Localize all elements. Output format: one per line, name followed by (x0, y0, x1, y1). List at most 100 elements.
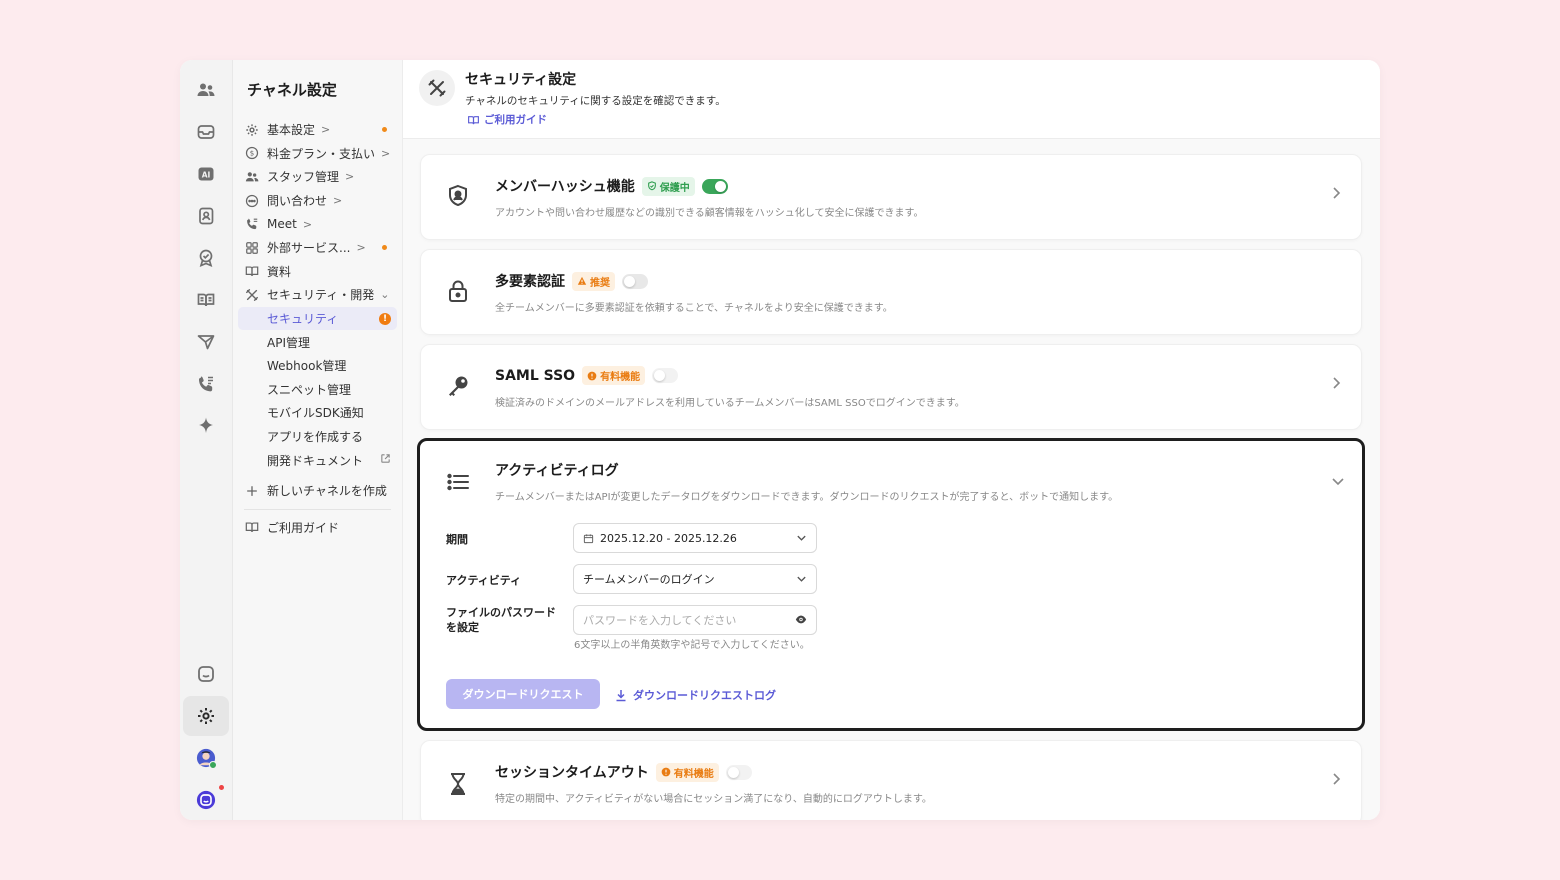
alert-circle-icon (587, 371, 597, 380)
settings-gear-icon[interactable] (183, 696, 229, 736)
period-date-picker[interactable]: 2025.12.20 - 2025.12.26 (573, 523, 817, 553)
app-window: AI チャネル設定 基本設定 > $ 料金プラン・支払い > スタッフ管理 > … (180, 60, 1380, 820)
member-hash-title: メンバーハッシュ機能 (495, 179, 635, 195)
badge-icon[interactable] (183, 238, 229, 278)
calendar-icon (583, 533, 594, 543)
header-guide-link[interactable]: ご利用ガイド (467, 112, 547, 127)
tools-icon[interactable] (419, 70, 455, 106)
sidebar-item-webhook[interactable]: Webhook管理 (238, 354, 397, 378)
password-label-line: を設定 (446, 621, 479, 634)
ai-icon[interactable]: AI (183, 154, 229, 194)
chevron-right-icon[interactable] (1331, 771, 1341, 790)
sidebar-guide-nav: ご利用ガイド (238, 516, 397, 540)
activity-label: アクティビティ (446, 574, 522, 587)
download-log-link[interactable]: ダウンロードリクエストログ (615, 687, 776, 703)
contact-card-icon[interactable] (183, 196, 229, 236)
member-hash-card[interactable]: メンバーハッシュ機能 保護中 アカウントや問い合わせ履歴などの識別できる顧客情報… (420, 154, 1362, 240)
sidebar-item-inquiries[interactable]: 問い合わせ > (238, 189, 397, 213)
chevron-right-icon: > (345, 170, 355, 184)
sidebar-item-staff[interactable]: スタッフ管理 > (238, 165, 397, 189)
card-description: アカウントや問い合わせ履歴などの識別できる顧客情報をハッシュ化して安全に保護でき… (495, 208, 924, 219)
phone-icon[interactable] (183, 364, 229, 404)
new-channel-button[interactable]: 新しいチャネルを作成 (238, 479, 397, 503)
saml-sso-card[interactable]: SAML SSO 有料機能 検証済みのドメインのメールアドレスを利用しているチー… (420, 344, 1362, 430)
settings-sidebar: チャネル設定 基本設定 > $ 料金プラン・支払い > スタッフ管理 > 問い合… (233, 60, 403, 820)
period-label: 期間 (446, 533, 468, 546)
chevron-right-icon: > (321, 123, 331, 137)
recommended-badge: 推奨 (572, 271, 615, 291)
chevron-right-icon[interactable] (1331, 375, 1341, 394)
alert-circle-icon (661, 767, 671, 777)
dollar-icon: $ (244, 145, 260, 161)
card-description: 検証済みのドメインのメールアドレスを利用しているチームメンバーはSAML SSO… (495, 398, 965, 409)
activity-select[interactable]: チームメンバーのログイン (573, 564, 817, 594)
settings-nav: 基本設定 > $ 料金プラン・支払い > スタッフ管理 > 問い合わせ > Me… (238, 118, 397, 472)
sidebar-item-label: 問い合わせ (267, 194, 328, 209)
sidebar-item-dev-docs[interactable]: 開発ドキュメント (238, 448, 397, 472)
channel-talk-icon[interactable] (183, 654, 229, 694)
toggle-knob (654, 370, 666, 381)
update-dot (382, 127, 387, 133)
sidebar-item-label: 料金プラン・支払い (267, 146, 376, 161)
chevron-down-icon: ⌄ (380, 288, 390, 302)
sidebar-item-security-dev[interactable]: セキュリティ・開発 ⌄ (238, 283, 397, 307)
session-timeout-card[interactable]: セッションタイムアウト 有料機能 特定の期間中、アクティビティがない場合にセッシ… (420, 740, 1362, 820)
tools-icon (244, 287, 260, 303)
chevron-right-icon: > (302, 217, 313, 231)
sidebar-item-label: 外部サービス... (267, 241, 351, 256)
chevron-right-icon[interactable] (1331, 185, 1341, 204)
sidebar-item-meet[interactable]: Meet > (238, 212, 397, 236)
password-label-line: ファイルのパスワード (446, 606, 556, 619)
sidebar-item-api[interactable]: API管理 (238, 330, 397, 354)
sidebar-guide-link[interactable]: ご利用ガイド (238, 516, 397, 540)
send-icon[interactable] (183, 322, 229, 362)
card-description: チームメンバーまたはAPIが変更したデータログをダウンロードできます。ダウンロー… (495, 492, 1119, 503)
badge-label: 有料機能 (673, 768, 714, 780)
page-title: セキュリティ設定 (465, 72, 577, 88)
lock-icon (443, 276, 473, 306)
member-hash-toggle[interactable] (701, 178, 728, 194)
sidebar-item-documents[interactable]: 資料 (238, 260, 397, 284)
sidebar-item-pricing[interactable]: $ 料金プラン・支払い > (238, 142, 397, 166)
card-description: 全チームメンバーに多要素認証を依頼することで、チャネルをより安全に保護できます。 (495, 303, 893, 314)
download-request-button[interactable]: ダウンロードリクエスト (446, 679, 600, 709)
chevron-right-icon: > (356, 241, 366, 255)
new-channel-label: 新しいチャネルを作成 (267, 484, 387, 499)
mfa-card[interactable]: 多要素認証 推奨 全チームメンバーに多要素認証を依頼することで、チャネルをより安… (420, 249, 1362, 335)
toggle-knob (624, 275, 635, 287)
sidebar-item-label: API管理 (267, 335, 310, 350)
chevron-down-icon[interactable] (1331, 471, 1345, 490)
activity-value: チームメンバーのログイン (583, 573, 715, 586)
sidebar-item-snippets[interactable]: スニペット管理 (238, 378, 397, 402)
eye-icon[interactable] (795, 614, 807, 627)
svg-text:AI: AI (202, 171, 211, 180)
saml-toggle[interactable] (652, 368, 679, 383)
session-timeout-toggle[interactable] (725, 764, 752, 780)
card-title: メンバーハッシュ機能 保護中 (495, 176, 728, 196)
sparkle-icon[interactable] (183, 406, 229, 446)
sidebar-item-basic-settings[interactable]: 基本設定 > (238, 118, 397, 142)
channel-logo-icon[interactable] (183, 780, 229, 820)
book-icon[interactable] (183, 280, 229, 320)
password-placeholder: パスワードを入力してください (583, 614, 737, 627)
main-content: セキュリティ設定 チャネルのセキュリティに関する設定を確認できます。 ご利用ガイ… (403, 60, 1380, 820)
inbox-icon[interactable] (183, 112, 229, 152)
badge-label: 保護中 (659, 182, 690, 194)
user-avatar[interactable] (183, 738, 229, 778)
mfa-toggle[interactable] (622, 273, 648, 289)
chevron-down-icon (796, 573, 807, 586)
shield-user-icon (443, 181, 473, 211)
card-description: 特定の期間中、アクティビティがない場合にセッション満了になり、自動的にログアウト… (495, 794, 932, 805)
sidebar-item-external-services[interactable]: 外部サービス... > (238, 236, 397, 260)
people-icon (244, 169, 260, 185)
sidebar-item-security[interactable]: セキュリティ ! (238, 306, 397, 331)
sidebar-footer-nav: 新しいチャネルを作成 (238, 479, 397, 503)
period-value: 2025.12.20 - 2025.12.26 (600, 531, 737, 545)
sidebar-item-mobile-sdk[interactable]: モバイルSDK通知 (238, 401, 397, 425)
password-input[interactable]: パスワードを入力してください (573, 605, 817, 635)
contacts-icon[interactable] (183, 70, 229, 110)
sidebar-item-create-app[interactable]: アプリを作成する (238, 425, 397, 449)
open-book-icon (244, 263, 260, 279)
grid-icon (244, 240, 260, 256)
warning-icon: ! (379, 312, 391, 325)
